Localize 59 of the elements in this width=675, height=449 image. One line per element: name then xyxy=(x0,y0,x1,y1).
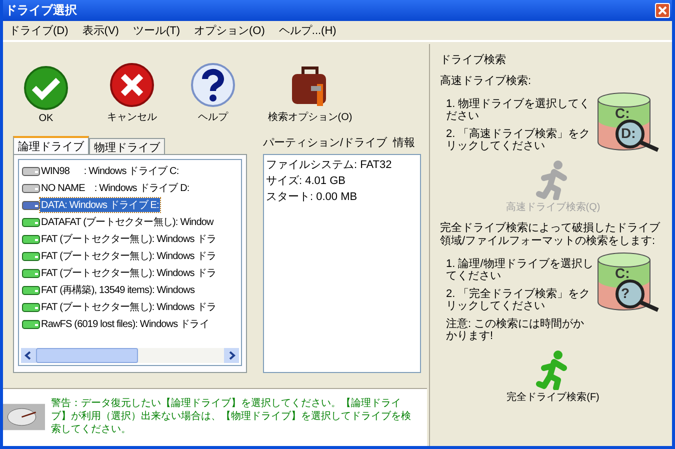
drive-icon xyxy=(22,268,40,278)
info-line: ファイルシステム: FAT32 xyxy=(266,158,393,173)
drive-item[interactable]: WIN98 : Windows ドライブ C: xyxy=(40,164,180,178)
horizontal-scrollbar[interactable] xyxy=(21,348,239,363)
toolbar-button[interactable]: ヘルプ xyxy=(183,62,243,124)
drive-item[interactable]: FAT (ブートセクター無し): Windows ドラ xyxy=(40,300,217,314)
drive-icon xyxy=(22,250,40,260)
drive-item[interactable]: RawFS (6019 lost files): Windows ドライ xyxy=(40,316,210,330)
window-title: ドライブ選択 xyxy=(5,2,77,19)
drive-icon xyxy=(22,318,40,328)
menu-item[interactable]: ドライブ(D) xyxy=(9,23,68,38)
drive-item[interactable]: FAT (ブートセクター無し): Windows ドラ xyxy=(40,266,217,280)
drive-icon xyxy=(22,284,40,294)
tab[interactable]: 物理ドライブ xyxy=(89,138,165,154)
instruction-text: 2. 「高速ドライブ検索」をクリックしてください xyxy=(446,128,592,152)
menu-item[interactable]: オプション(O) xyxy=(194,23,265,38)
check-icon xyxy=(23,65,69,111)
instruction-text: 1. 物理ドライブを選択してください xyxy=(446,98,592,122)
section-heading: 高速ドライブ検索: xyxy=(440,75,532,88)
menu-item[interactable]: ツール(T) xyxy=(132,23,180,38)
scroll-left-icon[interactable] xyxy=(21,348,36,363)
help-icon xyxy=(190,62,236,108)
warning-text: 警告：データ復元したい【論理ドライブ】を選択してください。【論理ドライブ】が利用（選択）出来ない場合は、【物理ドライブ】を選択してドライブを検索してください。 xyxy=(50,396,412,437)
panel-title: ドライブ検索 xyxy=(440,52,507,67)
drive-letter: D: xyxy=(621,125,636,141)
section-heading: 完全ドライブ検索によって破損したドライブ領域/ファイルフォーマットの検索をします: xyxy=(440,222,662,248)
toolbar-button[interactable]: OK xyxy=(11,65,81,124)
drive-item[interactable]: FAT (ブートセクター無し): Windows ドラ xyxy=(40,232,217,246)
search-button[interactable]: 完全ドライブ検索(F) xyxy=(506,350,600,404)
instruction-text: 1. 論理/物理ドライブを選択してください xyxy=(446,258,594,282)
drive-letter: C: xyxy=(615,105,630,121)
drive-icon xyxy=(22,216,40,226)
drive-icon xyxy=(22,234,40,244)
tab[interactable]: 論理ドライブ xyxy=(13,136,89,154)
drive-icon xyxy=(22,302,40,312)
info-line: スタート: 0.00 MB xyxy=(266,190,358,205)
drive-item[interactable]: DATAFAT (ブートセクター無し): Window xyxy=(40,214,214,228)
drive-item[interactable]: DATA: Windows ドライブ E: xyxy=(40,198,160,212)
drive-letter: ? xyxy=(621,285,630,301)
running-man-icon xyxy=(536,160,570,200)
menu-item[interactable]: ヘルプ...(H) xyxy=(278,23,336,38)
close-button[interactable] xyxy=(655,3,670,18)
instruction-text: 注意: この検索には時間がかかります! xyxy=(446,318,586,342)
running-man-icon xyxy=(536,350,570,390)
close-icon xyxy=(109,62,155,108)
info-line: サイズ: 4.01 GB xyxy=(266,174,346,189)
drive-letter: C: xyxy=(615,265,630,281)
info-title: パーティション/ドライブ 情報 xyxy=(263,136,416,151)
drive-icon xyxy=(22,166,40,176)
scroll-right-icon[interactable] xyxy=(224,348,239,363)
menu-item[interactable]: 表示(V) xyxy=(82,23,119,38)
drive-item[interactable]: NO NAME : Windows ドライブ D: xyxy=(40,180,190,194)
toolbar-button[interactable]: キャンセル xyxy=(97,62,167,124)
drive-item[interactable]: FAT (再構築), 13549 items): Windows xyxy=(40,282,196,296)
drive-icon xyxy=(22,200,40,210)
drive-icon xyxy=(22,182,40,192)
toolbar-button[interactable]: 検索オプション(O) xyxy=(255,62,365,124)
drive-item[interactable]: FAT (ブートセクター無し): Windows ドラ xyxy=(40,248,217,262)
instruction-text: 2. 「完全ドライブ検索」をクリックしてください xyxy=(446,288,592,312)
